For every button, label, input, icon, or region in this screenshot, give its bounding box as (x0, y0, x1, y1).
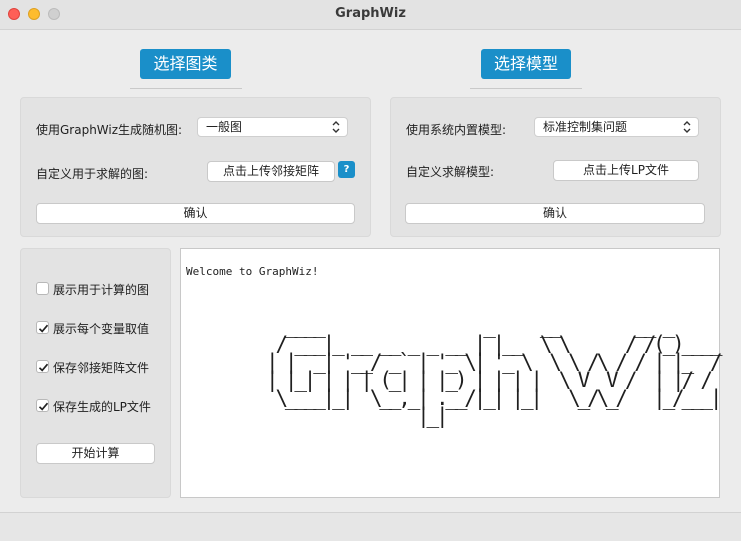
model-confirm-button[interactable]: 确认 (405, 203, 705, 224)
checkbox-save-lp-file[interactable] (36, 399, 49, 412)
start-calculation-button[interactable]: 开始计算 (36, 443, 155, 464)
checkbox-show-graph[interactable] (36, 282, 49, 295)
help-button[interactable]: ? (338, 161, 355, 178)
ascii-logo: ____ _ __ __ _ / ___|_ __ __ _ _ __ | |_… (266, 314, 722, 428)
checkmark-icon (38, 324, 49, 333)
title-bar: GraphWiz (0, 0, 741, 30)
builtin-model-select[interactable]: 标准控制集问题 (534, 117, 699, 137)
welcome-message: Welcome to GraphWiz! (186, 265, 319, 278)
random-graph-select-value: 一般图 (206, 120, 243, 134)
window-title: GraphWiz (335, 6, 406, 21)
graph-section-divider (130, 88, 242, 89)
checkmark-icon (38, 402, 49, 411)
graph-confirm-button[interactable]: 确认 (36, 203, 355, 224)
output-console[interactable]: Welcome to GraphWiz! ____ _ __ __ _ / __… (180, 248, 722, 498)
checkbox-save-adjacency-matrix[interactable] (36, 360, 49, 373)
custom-model-label: 自定义求解模型: (406, 165, 495, 179)
option-label: 展示用于计算的图 (53, 283, 150, 297)
upload-lp-file-button[interactable]: 点击上传LP文件 (553, 160, 699, 181)
app-window: GraphWiz 选择图类 选择模型 使用GraphWiz生成随机图: 一般图 … (0, 0, 741, 541)
builtin-model-label: 使用系统内置模型: (406, 123, 507, 137)
upload-adjacency-matrix-button[interactable]: 点击上传邻接矩阵 (207, 161, 335, 182)
checkmark-icon (38, 363, 49, 372)
random-graph-select[interactable]: 一般图 (197, 117, 348, 137)
checkbox-show-variable-values[interactable] (36, 321, 49, 334)
option-label: 保存邻接矩阵文件 (53, 361, 150, 375)
updown-chevron-icon (683, 121, 691, 133)
updown-chevron-icon (332, 121, 340, 133)
random-graph-label: 使用GraphWiz生成随机图: (36, 123, 183, 137)
option-label: 展示每个变量取值 (53, 322, 150, 336)
status-bar (0, 512, 741, 541)
custom-graph-label: 自定义用于求解的图: (36, 167, 149, 181)
model-section-divider (470, 88, 582, 89)
option-label: 保存生成的LP文件 (53, 400, 151, 414)
builtin-model-select-value: 标准控制集问题 (543, 120, 628, 134)
select-model-button[interactable]: 选择模型 (481, 49, 571, 79)
select-graph-type-button[interactable]: 选择图类 (140, 49, 231, 79)
